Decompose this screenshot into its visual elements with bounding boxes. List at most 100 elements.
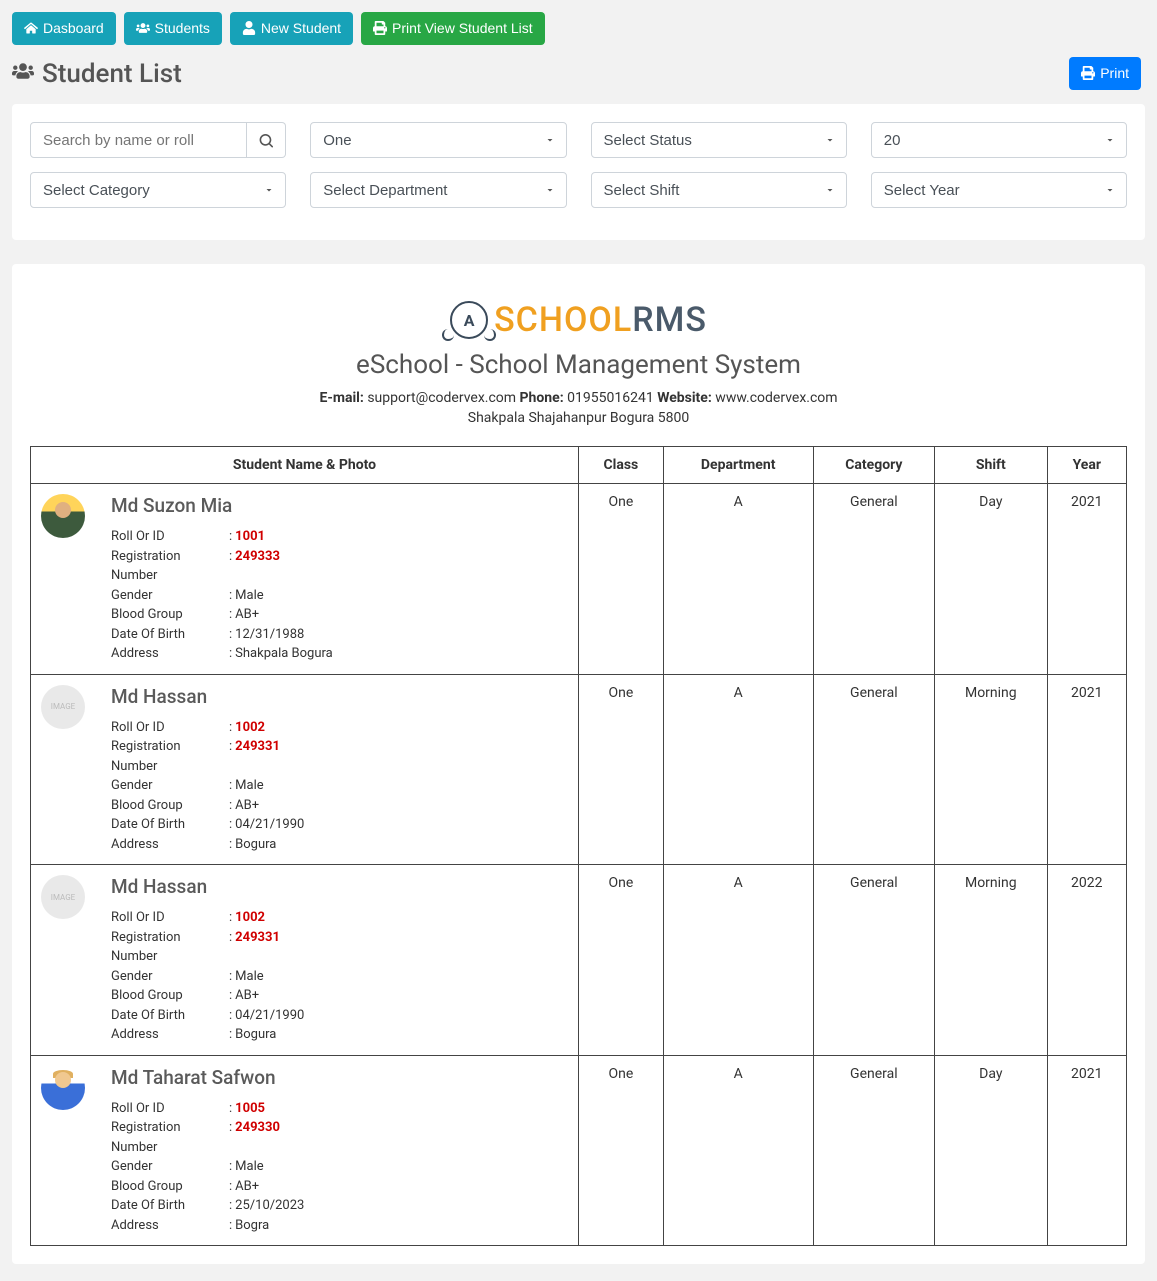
- detail-value: 04/21/1990: [235, 815, 304, 835]
- user-icon: [242, 18, 256, 39]
- avatar: [41, 494, 85, 538]
- th-category: Category: [813, 447, 934, 484]
- detail-dob: Date Of Birth: 04/21/1990: [111, 815, 568, 835]
- detail-reg: Registration Number: 249330: [111, 1118, 568, 1157]
- detail-value: Male: [235, 967, 263, 987]
- cell-class: One: [579, 484, 664, 675]
- detail-label: Date Of Birth: [111, 1196, 229, 1216]
- table-row: IMAGEMd HassanRoll Or ID: 1002Registrati…: [31, 674, 1127, 865]
- colon: :: [229, 1157, 232, 1177]
- search-button[interactable]: [247, 122, 286, 158]
- detail-label: Address: [111, 1216, 229, 1236]
- detail-label: Registration Number: [111, 547, 229, 586]
- cell-name: IMAGEMd HassanRoll Or ID: 1002Registrati…: [31, 674, 579, 865]
- detail-dob: Date Of Birth: 04/21/1990: [111, 1006, 568, 1026]
- per-page-select[interactable]: 20: [871, 122, 1127, 158]
- detail-roll: Roll Or ID: 1005: [111, 1099, 568, 1119]
- colon: :: [229, 718, 232, 738]
- detail-dob: Date Of Birth: 25/10/2023: [111, 1196, 568, 1216]
- colon: :: [229, 586, 232, 606]
- search-group: [30, 122, 286, 158]
- cell-category: General: [813, 1055, 934, 1246]
- home-icon: [24, 18, 38, 39]
- detail-reg: Registration Number: 249333: [111, 547, 568, 586]
- colon: :: [229, 815, 232, 835]
- phone-label: Phone:: [520, 390, 564, 406]
- detail-blood: Blood Group: AB+: [111, 1177, 568, 1197]
- class-select[interactable]: One: [310, 122, 566, 158]
- colon: :: [229, 835, 232, 855]
- school-logo: A SCHOOLRMS: [450, 300, 707, 340]
- detail-label: Address: [111, 835, 229, 855]
- detail-label: Blood Group: [111, 796, 229, 816]
- category-select[interactable]: Select Category: [30, 172, 286, 208]
- detail-value: 249331: [235, 737, 280, 776]
- th-year: Year: [1047, 447, 1126, 484]
- cell-shift: Morning: [935, 865, 1047, 1056]
- cell-name: Md Taharat SafwonRoll Or ID: 1005Registr…: [31, 1055, 579, 1246]
- colon: :: [229, 737, 232, 776]
- page-title-text: Student List: [42, 59, 182, 89]
- th-name: Student Name & Photo: [31, 447, 579, 484]
- email-label: E-mail:: [319, 390, 363, 406]
- student-name: Md Hassan: [111, 875, 568, 898]
- school-address: Shakpala Shajahanpur Bogura 5800: [30, 410, 1127, 426]
- detail-label: Registration Number: [111, 928, 229, 967]
- cell-category: General: [813, 674, 934, 865]
- detail-label: Roll Or ID: [111, 908, 229, 928]
- detail-roll: Roll Or ID: 1001: [111, 527, 568, 547]
- filter-panel: One Select Status 20 Select Category Sel…: [12, 104, 1145, 240]
- cell-department: A: [663, 1055, 813, 1246]
- detail-roll: Roll Or ID: 1002: [111, 908, 568, 928]
- colon: :: [229, 986, 232, 1006]
- cell-year: 2021: [1047, 674, 1126, 865]
- detail-address: Address: Bogura: [111, 1025, 568, 1045]
- detail-label: Gender: [111, 586, 229, 606]
- year-select[interactable]: Select Year: [871, 172, 1127, 208]
- department-select[interactable]: Select Department: [310, 172, 566, 208]
- print-button[interactable]: Print: [1069, 57, 1141, 90]
- detail-label: Gender: [111, 967, 229, 987]
- detail-value: 249331: [235, 928, 280, 967]
- students-table: Student Name & Photo Class Department Ca…: [30, 446, 1127, 1246]
- colon: :: [229, 625, 232, 645]
- cell-class: One: [579, 1055, 664, 1246]
- school-name: eSchool - School Management System: [30, 350, 1127, 380]
- detail-value: Shakpala Bogura: [235, 644, 333, 664]
- cell-department: A: [663, 674, 813, 865]
- detail-value: 12/31/1988: [235, 625, 304, 645]
- detail-blood: Blood Group: AB+: [111, 796, 568, 816]
- cell-shift: Day: [935, 484, 1047, 675]
- detail-value: AB+: [235, 1177, 259, 1197]
- print-view-button[interactable]: Print View Student List: [361, 12, 545, 45]
- email-value: support@codervex.com: [367, 390, 516, 406]
- dashboard-button[interactable]: Dasboard: [12, 12, 116, 45]
- status-select[interactable]: Select Status: [591, 122, 847, 158]
- users-icon: [12, 59, 34, 89]
- colon: :: [229, 776, 232, 796]
- search-input[interactable]: [30, 122, 247, 158]
- table-row: Md Taharat SafwonRoll Or ID: 1005Registr…: [31, 1055, 1127, 1246]
- detail-value: AB+: [235, 796, 259, 816]
- colon: :: [229, 1118, 232, 1157]
- detail-label: Gender: [111, 1157, 229, 1177]
- detail-address: Address: Bogra: [111, 1216, 568, 1236]
- detail-label: Blood Group: [111, 605, 229, 625]
- colon: :: [229, 1099, 232, 1119]
- logo-text-2: RMS: [632, 300, 707, 340]
- detail-value: AB+: [235, 986, 259, 1006]
- detail-value: Bogra: [235, 1216, 269, 1236]
- colon: :: [229, 547, 232, 586]
- detail-value: 04/21/1990: [235, 1006, 304, 1026]
- shift-select[interactable]: Select Shift: [591, 172, 847, 208]
- avatar: [41, 1066, 85, 1110]
- students-button[interactable]: Students: [124, 12, 222, 45]
- colon: :: [229, 527, 232, 547]
- cell-name: Md Suzon MiaRoll Or ID: 1001Registration…: [31, 484, 579, 675]
- new-student-button[interactable]: New Student: [230, 12, 353, 45]
- students-label: Students: [155, 18, 210, 39]
- detail-label: Date Of Birth: [111, 1006, 229, 1026]
- detail-gender: Gender: Male: [111, 776, 568, 796]
- school-header: A SCHOOLRMS eSchool - School Management …: [30, 300, 1127, 426]
- detail-label: Blood Group: [111, 986, 229, 1006]
